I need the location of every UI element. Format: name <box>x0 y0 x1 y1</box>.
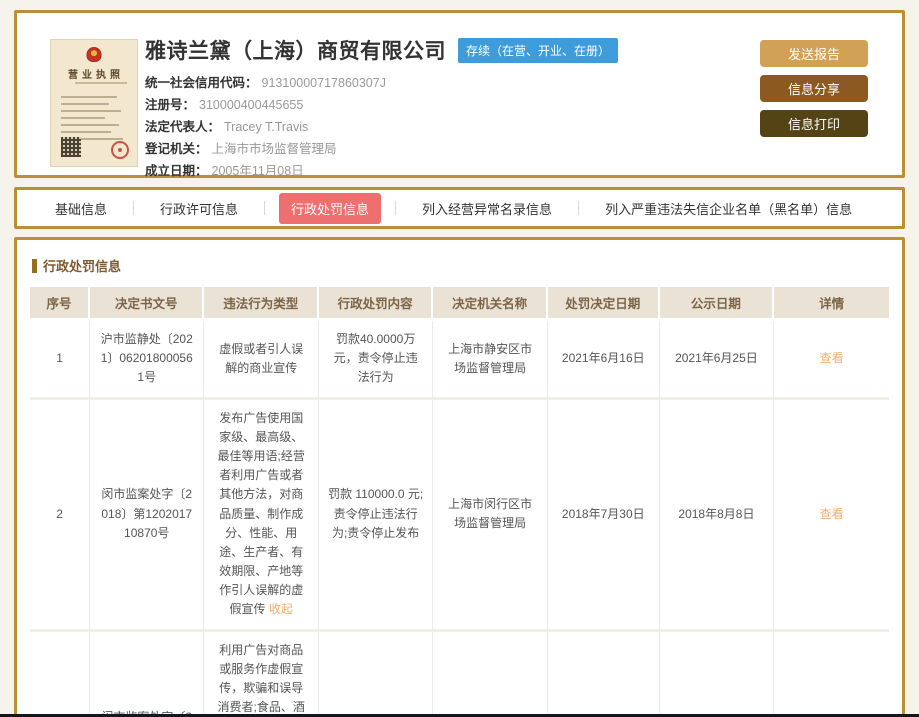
tabs-bar: 基础信息 行政许可信息 行政处罚信息 列入经营异常名录信息 列入严重违法失信企业… <box>14 187 905 229</box>
cell-publish-date: 2018年8月8日 <box>660 400 775 632</box>
license-text-line <box>61 131 111 133</box>
cell-violation: 利用广告对商品或服务作虚假宣传，欺骗和误导消费者;食品、酒类、化妆品广告的内容不… <box>204 632 319 717</box>
cell-penalty: 罚款 88800.0 元 <box>319 632 433 717</box>
cell-penalty: 罚款40.0000万元，责令停止违法行为 <box>319 321 433 400</box>
company-header-card: 营业执照 雅诗兰黛（上海）商贸有限公司 存续（在营、开业、在册） 统一社会信用代… <box>14 10 905 178</box>
license-text-line <box>61 96 117 98</box>
cell-detail: 查看 <box>774 321 889 400</box>
field-value: Tracey T.Travis <box>224 120 308 134</box>
field-value: 上海市市场监督管理局 <box>212 142 337 156</box>
cell-decision-date: 2021年6月16日 <box>548 321 660 400</box>
field-label: 法定代表人： <box>145 120 220 134</box>
table-header-row: 序号 决定书文号 违法行为类型 行政处罚内容 决定机关名称 处罚决定日期 公示日… <box>30 287 889 321</box>
section-title: 行政处罚信息 <box>43 256 121 275</box>
col-seq: 序号 <box>30 287 90 321</box>
cell-organ: 上海市静安区市场监督管理局 <box>433 321 548 400</box>
tab-divider <box>578 201 579 215</box>
cell-publish-date: 2021年6月25日 <box>660 321 775 400</box>
view-detail-link[interactable]: 查看 <box>820 351 844 365</box>
field-label: 统一社会信用代码： <box>145 76 258 90</box>
field-value: 91310000717860307J <box>262 76 386 90</box>
business-license-thumbnail[interactable]: 营业执照 <box>50 39 138 167</box>
section-title-row: 行政处罚信息 <box>32 256 889 275</box>
cell-doc-no: 闵市监案处字〔2017〕第120201621910号 <box>90 632 204 717</box>
cell-violation: 发布广告使用国家级、最高级、最佳等用语;经营者利用广告或者其他方法，对商品质量、… <box>204 400 319 632</box>
cell-seq: 2 <box>30 400 90 632</box>
col-decision-date: 处罚决定日期 <box>548 287 660 321</box>
field-value: 2005年11月08日 <box>212 164 304 178</box>
col-organ: 决定机关名称 <box>433 287 548 321</box>
info-row-registry: 登记机关： 上海市市场监督管理局 <box>145 138 645 160</box>
cell-organ: 上海市闵行区市场监督管理局 <box>433 400 548 632</box>
red-seal-icon <box>111 141 129 159</box>
cell-decision-date: 2018年7月30日 <box>548 400 660 632</box>
tab-divider <box>395 201 396 215</box>
table-row: 3 闵市监案处字〔2017〕第120201621910号 利用广告对商品或服务作… <box>30 632 889 717</box>
action-buttons: 发送报告 信息分享 信息打印 <box>760 40 868 137</box>
cell-penalty: 罚款 110000.0 元;责令停止违法行为;责令停止发布 <box>319 400 433 632</box>
table-row: 1 沪市监静处〔2021〕062018000561号 虚假或者引人误解的商业宣传… <box>30 321 889 400</box>
page: 营业执照 雅诗兰黛（上海）商贸有限公司 存续（在营、开业、在册） 统一社会信用代… <box>0 0 919 717</box>
col-publish-date: 公示日期 <box>660 287 775 321</box>
cell-violation: 虚假或者引人误解的商业宣传 <box>204 321 319 400</box>
info-row-legal-rep: 法定代表人： Tracey T.Travis <box>145 116 645 138</box>
license-text-line <box>61 124 119 126</box>
print-info-button[interactable]: 信息打印 <box>760 110 868 137</box>
field-label: 注册号： <box>145 98 195 112</box>
violation-text: 虚假或者引人误解的商业宣传 <box>219 342 303 375</box>
tab-basic-info[interactable]: 基础信息 <box>43 193 119 224</box>
cell-seq: 1 <box>30 321 90 400</box>
qr-code <box>61 137 81 157</box>
status-badge: 存续（在营、开业、在册） <box>458 38 618 63</box>
license-subtitle-line <box>75 82 127 84</box>
national-emblem-icon <box>87 47 102 62</box>
col-detail: 详情 <box>774 287 889 321</box>
license-text-line <box>61 117 105 119</box>
field-label: 成立日期： <box>145 164 208 178</box>
tab-divider <box>264 201 265 215</box>
license-text-line <box>61 103 109 105</box>
violation-text: 利用广告对商品或服务作虚假宣传，欺骗和误导消费者;食品、酒类、化妆品广告的内容不… <box>218 643 305 717</box>
col-doc-no: 决定书文号 <box>90 287 204 321</box>
table-row: 2 闵市监案处字〔2018〕第120201710870号 发布广告使用国家级、最… <box>30 400 889 632</box>
cell-decision-date: 2017年6月15日 <box>548 632 660 717</box>
send-report-button[interactable]: 发送报告 <box>760 40 868 67</box>
tab-blacklist[interactable]: 列入严重违法失信企业名单（黑名单）信息 <box>593 193 864 224</box>
cell-doc-no: 沪市监静处〔2021〕062018000561号 <box>90 321 204 400</box>
tab-abnormal-operations[interactable]: 列入经营异常名录信息 <box>410 193 564 224</box>
tab-divider <box>133 201 134 215</box>
cell-doc-no: 闵市监案处字〔2018〕第120201710870号 <box>90 400 204 632</box>
penalty-section-card: 行政处罚信息 序号 决定书文号 违法行为类型 行政处罚内容 决定机关名称 处罚决… <box>14 237 905 717</box>
field-label: 登记机关： <box>145 142 208 156</box>
violation-text: 发布广告使用国家级、最高级、最佳等用语;经营者利用广告或者其他方法，对商品质量、… <box>218 411 305 617</box>
company-name: 雅诗兰黛（上海）商贸有限公司 <box>145 35 446 65</box>
col-violation-type: 违法行为类型 <box>204 287 319 321</box>
license-title: 营业执照 <box>51 66 137 81</box>
cell-seq: 3 <box>30 632 90 717</box>
info-row-credit-code: 统一社会信用代码： 91310000717860307J <box>145 72 645 94</box>
field-value: 310000400445655 <box>199 98 303 112</box>
cell-publish-date: 2017年7月5日 <box>660 632 775 717</box>
tab-admin-license[interactable]: 行政许可信息 <box>148 193 250 224</box>
info-row-founded: 成立日期： 2005年11月08日 <box>145 160 645 182</box>
cell-detail: 查看 <box>774 632 889 717</box>
cell-organ: 上海市闵行区市场监督管理局 <box>433 632 548 717</box>
collapse-link[interactable]: 收起 <box>269 602 293 616</box>
tab-admin-penalty[interactable]: 行政处罚信息 <box>279 193 381 224</box>
view-detail-link[interactable]: 查看 <box>820 507 844 521</box>
cell-detail: 查看 <box>774 400 889 632</box>
penalty-table: 序号 决定书文号 违法行为类型 行政处罚内容 决定机关名称 处罚决定日期 公示日… <box>30 287 889 717</box>
col-penalty-content: 行政处罚内容 <box>319 287 433 321</box>
section-title-bar-icon <box>32 259 37 273</box>
license-text-line <box>61 110 121 112</box>
info-row-reg-no: 注册号： 310000400445655 <box>145 94 645 116</box>
company-info: 雅诗兰黛（上海）商贸有限公司 存续（在营、开业、在册） 统一社会信用代码： 913… <box>145 35 645 182</box>
share-info-button[interactable]: 信息分享 <box>760 75 868 102</box>
